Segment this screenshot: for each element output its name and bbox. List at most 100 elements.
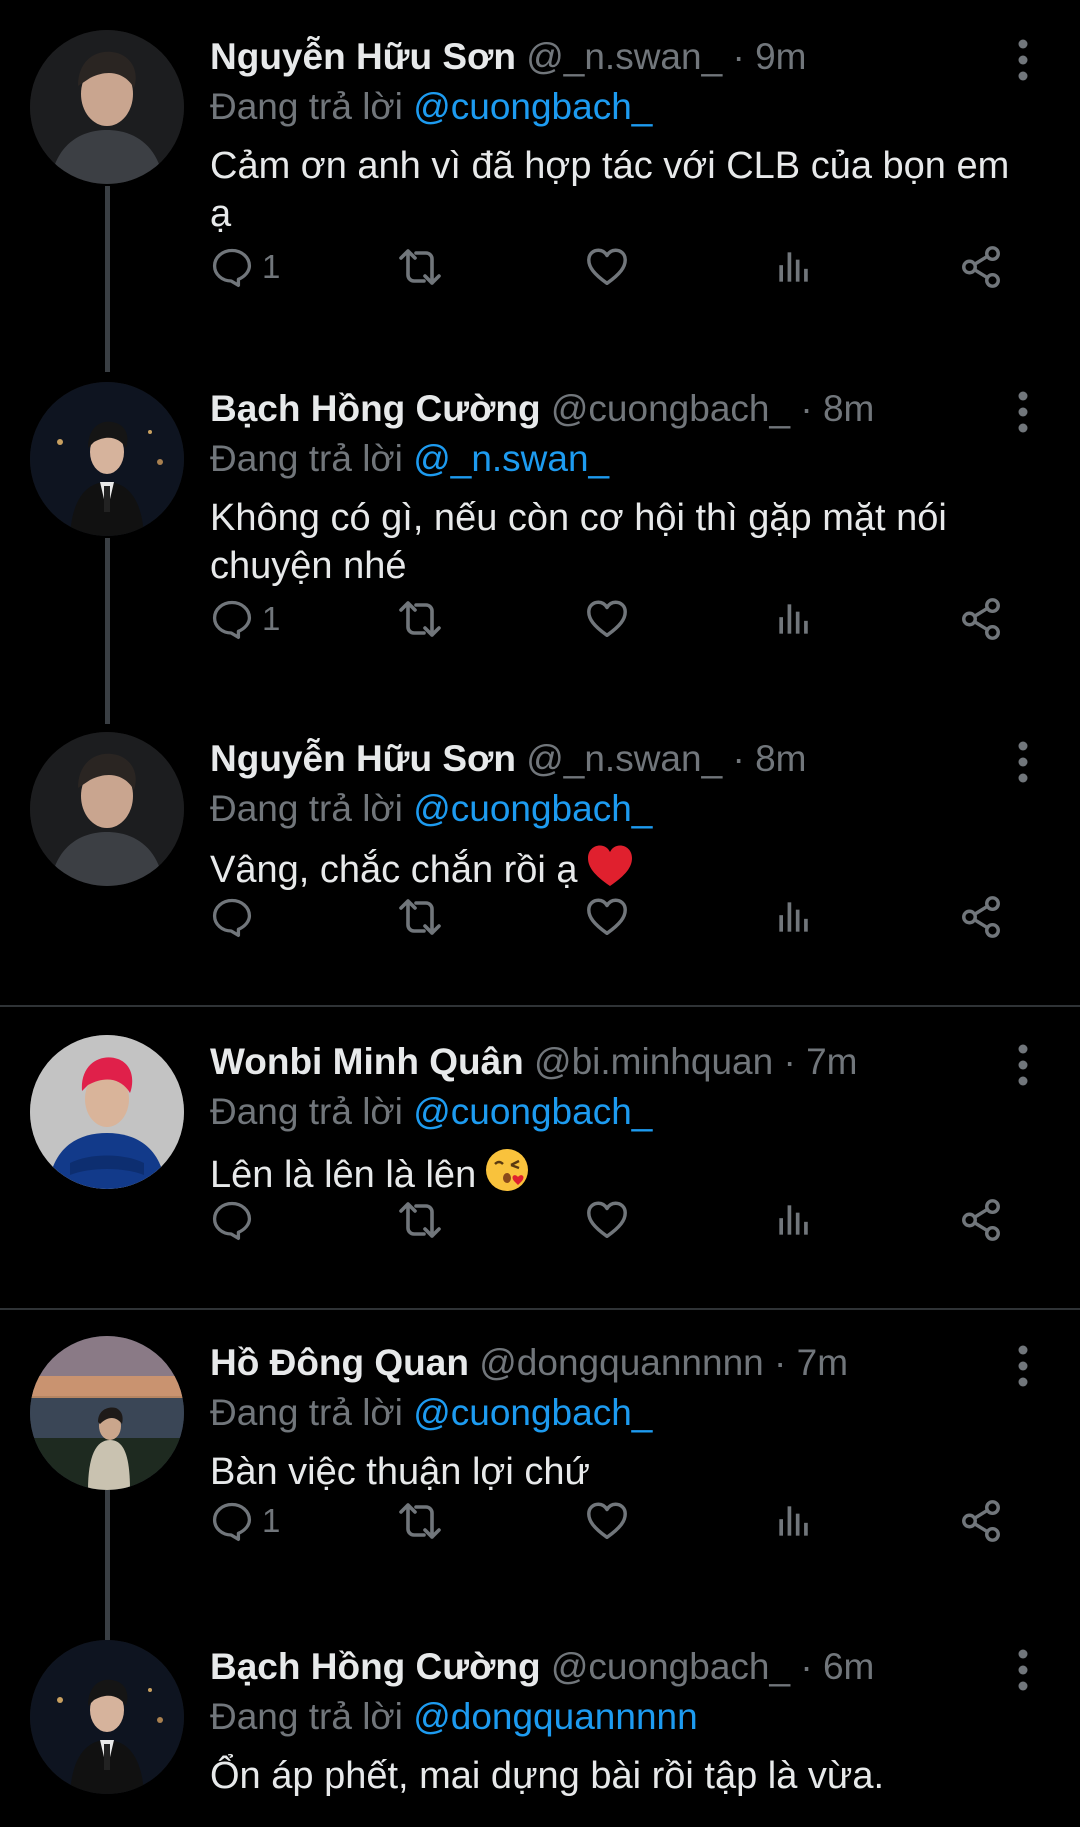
tweet[interactable]: Wonbi Minh Quân @bi.minhquan · 7m Đang t…	[0, 1035, 1080, 1295]
reply-icon	[210, 1198, 254, 1242]
share-icon	[958, 596, 1004, 642]
mention-link[interactable]: @cuongbach_	[413, 788, 652, 829]
tweet-body: Vâng, chắc chắn rồi ạ	[210, 844, 1030, 894]
tweet[interactable]: Hồ Đông Quan @dongquannnnn · 7m Đang trả…	[0, 1336, 1080, 1596]
like-button[interactable]	[584, 242, 630, 292]
tweet-text: Ổn áp phết, mai dựng bài rồi tập là vừa.	[210, 1755, 885, 1797]
timestamp[interactable]: 8m	[755, 738, 806, 779]
handle[interactable]: @_n.swan_	[526, 738, 722, 779]
avatar[interactable]	[30, 1640, 184, 1794]
reply-count: 1	[262, 1502, 281, 1539]
action-bar: 1	[210, 594, 1010, 644]
more-icon[interactable]	[1008, 1648, 1038, 1692]
display-name[interactable]: Bạch Hồng Cường	[210, 388, 541, 429]
avatar[interactable]	[30, 732, 184, 886]
tweet-header: Nguyễn Hữu Sơn @_n.swan_ · 8m	[210, 734, 1000, 784]
like-button[interactable]	[584, 1496, 630, 1546]
separator-dot: ·	[800, 388, 813, 429]
reply-prefix: Đang trả lời	[210, 788, 403, 829]
avatar[interactable]	[30, 1035, 184, 1189]
display-name[interactable]: Wonbi Minh Quân	[210, 1041, 524, 1082]
handle[interactable]: @bi.minhquan	[534, 1041, 773, 1082]
reply-button[interactable]	[210, 892, 262, 942]
tweet-text: Cảm ơn anh vì đã hợp tác với CLB của bọn…	[210, 145, 1010, 235]
more-icon[interactable]	[1008, 1043, 1038, 1087]
separator-dot: ·	[774, 1342, 787, 1383]
views-button[interactable]	[772, 594, 816, 644]
views-button[interactable]	[772, 242, 816, 292]
like-button[interactable]	[584, 1195, 630, 1245]
views-icon	[772, 245, 816, 289]
reply-button[interactable]: 1	[210, 594, 280, 644]
mention-link[interactable]: @cuongbach_	[413, 86, 652, 127]
share-button[interactable]	[958, 1496, 1004, 1546]
handle[interactable]: @dongquannnnn	[479, 1342, 764, 1383]
mention-link[interactable]: @cuongbach_	[413, 1091, 652, 1132]
retweet-button[interactable]	[396, 1496, 444, 1546]
display-name[interactable]: Bạch Hồng Cường	[210, 1646, 541, 1687]
action-bar: 1	[210, 1496, 1010, 1546]
handle[interactable]: @cuongbach_	[551, 388, 790, 429]
display-name[interactable]: Nguyễn Hữu Sơn	[210, 738, 516, 779]
reply-button[interactable]	[210, 1195, 262, 1245]
avatar[interactable]	[30, 382, 184, 536]
share-button[interactable]	[958, 892, 1004, 942]
mention-link[interactable]: @dongquannnnn	[413, 1696, 698, 1737]
reply-count: 1	[262, 600, 281, 637]
reply-count: 1	[262, 248, 281, 285]
more-icon[interactable]	[1008, 38, 1038, 82]
tweet-header: Wonbi Minh Quân @bi.minhquan · 7m	[210, 1037, 1000, 1087]
more-icon[interactable]	[1008, 1344, 1038, 1388]
timestamp[interactable]: 7m	[797, 1342, 848, 1383]
share-icon	[958, 1197, 1004, 1243]
more-icon[interactable]	[1008, 390, 1038, 434]
share-button[interactable]	[958, 594, 1004, 644]
kissing-face-emoji-icon	[486, 1149, 529, 1191]
tweet-header: Bạch Hồng Cường @cuongbach_ · 6m	[210, 1642, 1000, 1692]
separator-dot: ·	[800, 1646, 813, 1687]
retweet-icon	[396, 893, 444, 941]
like-button[interactable]	[584, 892, 630, 942]
handle[interactable]: @cuongbach_	[551, 1646, 790, 1687]
tweet[interactable]: Bạch Hồng Cường @cuongbach_ · 6m Đang tr…	[0, 1640, 1080, 1827]
reply-icon	[210, 245, 254, 289]
tweet[interactable]: Nguyễn Hữu Sơn @_n.swan_ · 8m Đang trả l…	[0, 732, 1080, 992]
reply-button[interactable]: 1	[210, 242, 280, 292]
avatar[interactable]	[30, 30, 184, 184]
tweet-header: Nguyễn Hữu Sơn @_n.swan_ · 9m	[210, 32, 1000, 82]
views-button[interactable]	[772, 1195, 816, 1245]
mention-link[interactable]: @cuongbach_	[413, 1392, 652, 1433]
timestamp[interactable]: 8m	[823, 388, 874, 429]
heart-icon	[584, 596, 630, 642]
retweet-button[interactable]	[396, 242, 444, 292]
views-icon	[772, 895, 816, 939]
separator-dot: ·	[732, 738, 745, 779]
retweet-button[interactable]	[396, 594, 444, 644]
timestamp[interactable]: 7m	[806, 1041, 857, 1082]
action-bar: 1	[210, 242, 1010, 292]
display-name[interactable]: Nguyễn Hữu Sơn	[210, 36, 516, 77]
views-button[interactable]	[772, 892, 816, 942]
timestamp[interactable]: 9m	[755, 36, 806, 77]
retweet-icon	[396, 1497, 444, 1545]
mention-link[interactable]: @_n.swan_	[413, 438, 609, 479]
share-icon	[958, 244, 1004, 290]
display-name[interactable]: Hồ Đông Quan	[210, 1342, 469, 1383]
retweet-button[interactable]	[396, 892, 444, 942]
tweet-text: Bàn việc thuận lợi chứ	[210, 1451, 590, 1493]
tweet-text: Không có gì, nếu còn cơ hội thì gặp mặt …	[210, 497, 947, 587]
tweet[interactable]: Nguyễn Hữu Sơn @_n.swan_ · 9m Đang trả l…	[0, 30, 1080, 340]
reply-button[interactable]: 1	[210, 1496, 280, 1546]
views-button[interactable]	[772, 1496, 816, 1546]
handle[interactable]: @_n.swan_	[526, 36, 722, 77]
tweet-text: Vâng, chắc chắn rồi ạ	[210, 849, 578, 891]
share-button[interactable]	[958, 1195, 1004, 1245]
more-icon[interactable]	[1008, 740, 1038, 784]
like-button[interactable]	[584, 594, 630, 644]
tweet[interactable]: Bạch Hồng Cường @cuongbach_ · 8m Đang tr…	[0, 382, 1080, 692]
avatar[interactable]	[30, 1336, 184, 1490]
retweet-button[interactable]	[396, 1195, 444, 1245]
timestamp[interactable]: 6m	[823, 1646, 874, 1687]
share-button[interactable]	[958, 242, 1004, 292]
reply-icon	[210, 597, 254, 641]
